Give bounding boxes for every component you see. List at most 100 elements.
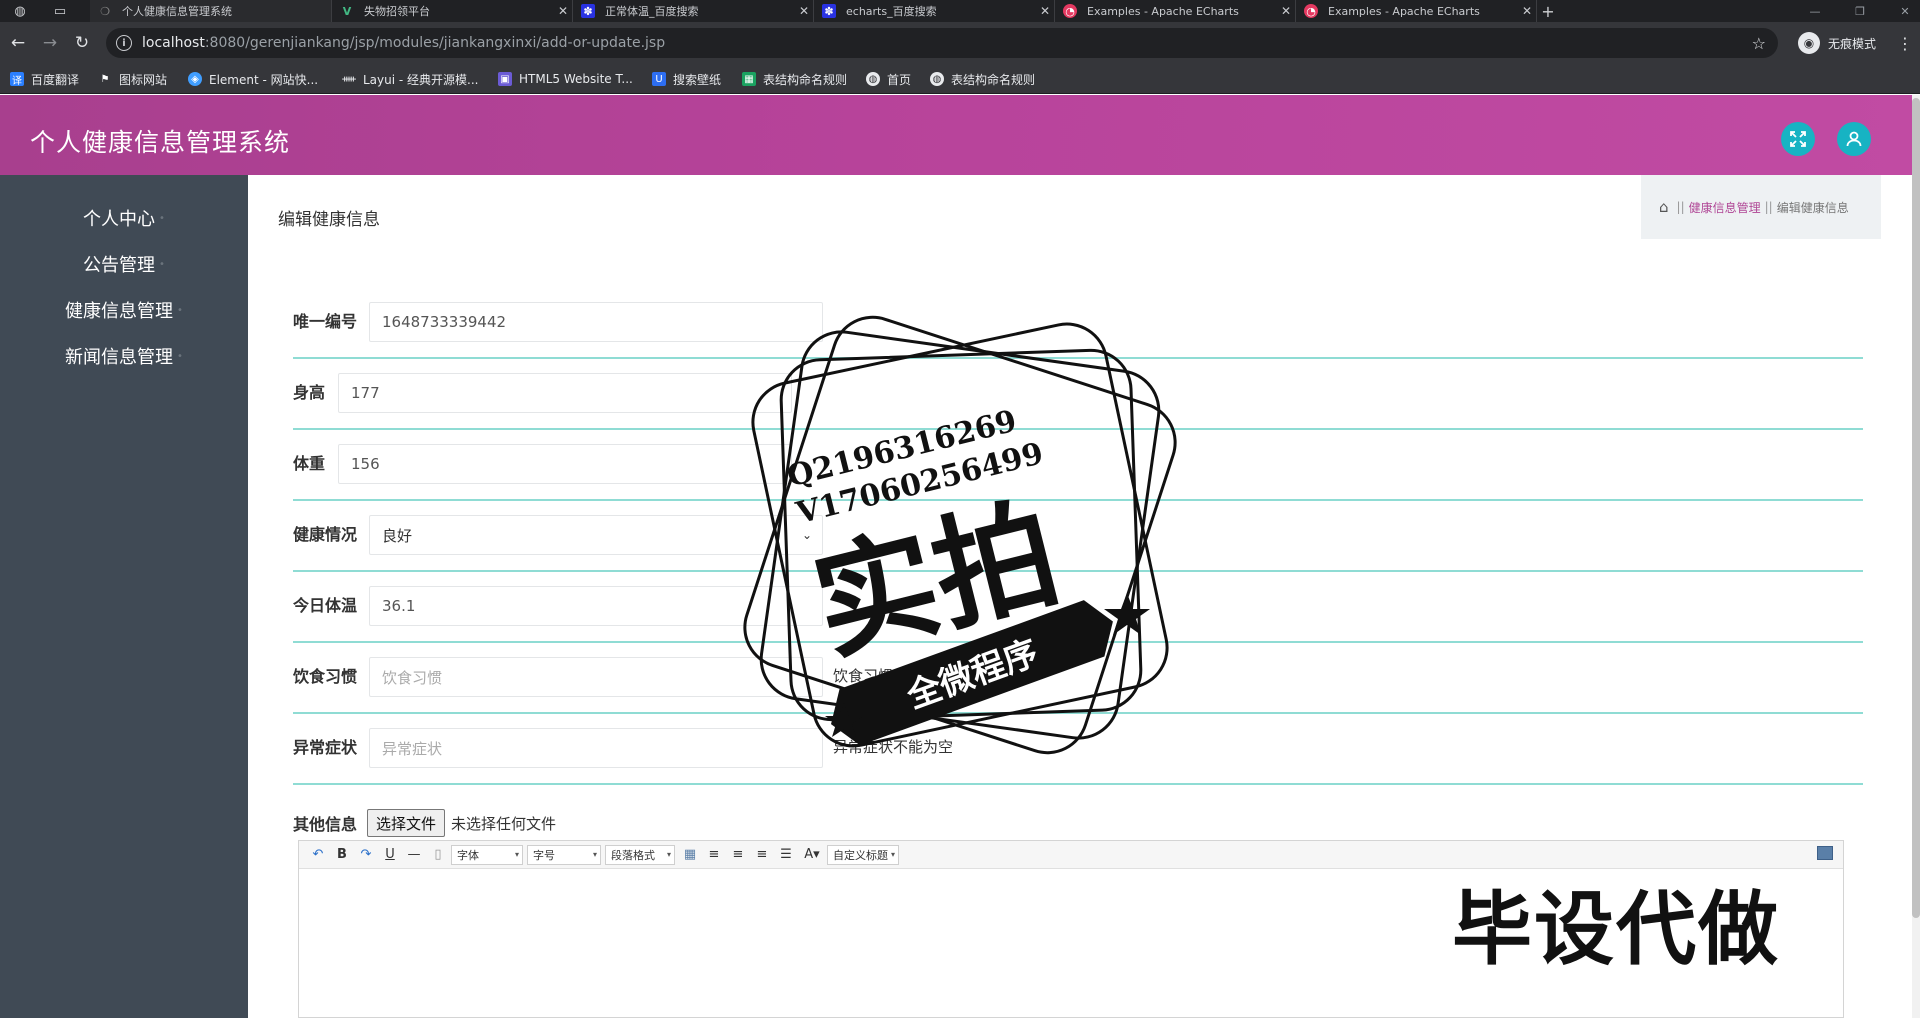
tab-search-icon[interactable]: ▭ [48, 0, 72, 22]
reload-button[interactable]: ↻ [70, 31, 94, 55]
form-row-health: 健康情况 良好 ⌄ [293, 501, 1863, 572]
user-avatar-button[interactable] [1837, 122, 1871, 156]
menu-dot-icon: • [159, 258, 165, 270]
form-row-temperature: 今日体温 36.1 [293, 572, 1863, 643]
chevron-down-icon: ⌄ [801, 528, 812, 542]
restore-icon[interactable]: ❐ [1845, 0, 1875, 22]
horizontal-rule-icon[interactable]: — [403, 845, 425, 865]
close-icon[interactable]: ✕ [1518, 4, 1536, 18]
page-icon: ❍ [100, 4, 110, 18]
id-field[interactable]: 1648733339442 [369, 302, 823, 342]
tab-label: Examples - Apache ECharts [1328, 4, 1480, 18]
url-input[interactable]: i localhost:8080/gerenjiankang/jsp/modul… [106, 28, 1778, 58]
breadcrumb-parent-link[interactable]: 健康信息管理 [1689, 199, 1761, 216]
table-icon[interactable]: ▦ [679, 845, 701, 865]
health-select[interactable]: 良好 ⌄ [369, 515, 823, 555]
bold-icon[interactable]: B [331, 845, 353, 865]
bookmark-label: 图标网站 [119, 72, 168, 87]
breadcrumb-current: 编辑健康信息 [1776, 200, 1849, 215]
home-icon[interactable]: ⌂ [1659, 198, 1669, 216]
bookmark-label: Layui - 经典开源模... [363, 72, 479, 87]
back-button[interactable]: ← [6, 31, 30, 55]
sidebar-item-label: 新闻信息管理 [65, 347, 174, 368]
breadcrumb-separator: || [1676, 200, 1685, 214]
height-field[interactable]: 177 [338, 373, 792, 413]
tab-baidu-temp[interactable]: ✽ 正常体温_百度搜索 ✕ [573, 0, 814, 22]
weight-field[interactable]: 156 [338, 444, 792, 484]
app-title: 个人健康信息管理系统 [30, 128, 291, 157]
symptom-field[interactable]: 异常症状 [369, 728, 823, 768]
sidebar: 个人中心 • 公告管理 • 健康信息管理 • 新闻信息管理 • [0, 175, 248, 1018]
translate-icon: 译 [10, 72, 24, 87]
close-icon[interactable]: ✕ [1277, 4, 1295, 18]
bookmark-item[interactable]: U 搜索壁纸 [652, 69, 721, 89]
paragraph-format-select[interactable]: 段落格式 ▾ [605, 844, 675, 865]
bookmark-label: 表结构命名规则 [951, 72, 1036, 87]
align-justify-icon[interactable]: ☰ [775, 845, 797, 865]
bookmark-item[interactable]: 译 百度翻译 [10, 69, 79, 89]
sidebar-item-personal-center[interactable]: 个人中心 • [0, 195, 248, 241]
paragraph-format-label: 段落格式 [611, 848, 655, 862]
bookmark-label: 搜索壁纸 [673, 72, 722, 87]
fullscreen-button[interactable] [1781, 122, 1815, 156]
sidebar-item-news[interactable]: 新闻信息管理 • [0, 333, 248, 379]
browser-tab-bar: ◍ ▭ ❍ 个人健康信息管理系统 V 失物招领平台 ✕ ✽ 正常体温_百度搜索 … [0, 0, 1920, 22]
forward-button[interactable]: → [38, 31, 62, 55]
font-size-label: 字号 [533, 848, 555, 862]
tab-lost-found[interactable]: V 失物招领平台 ✕ [332, 0, 573, 22]
custom-title-select[interactable]: 自定义标题 ▾ [827, 844, 899, 865]
html5-icon: ▣ [498, 72, 512, 86]
align-left-icon[interactable]: ≡ [703, 845, 725, 865]
bookmark-item[interactable]: ◍ 表结构命名规则 [930, 69, 1035, 89]
chrome-menu-icon[interactable]: ◍ [8, 0, 32, 22]
page-scrollbar-thumb[interactable] [1912, 98, 1920, 918]
tab-echarts-1[interactable]: ◔ Examples - Apache ECharts ✕ [1055, 0, 1296, 22]
site-info-icon[interactable]: i [116, 35, 132, 51]
tab-baidu-echarts[interactable]: ✽ echarts_百度搜索 ✕ [814, 0, 1055, 22]
form-row-other: 其他信息 选择文件 未选择任何文件 [293, 803, 556, 843]
menu-dot-icon: • [177, 350, 183, 362]
sheet-icon: ▦ [742, 72, 756, 86]
font-size-select[interactable]: 字号 ▾ [527, 844, 601, 865]
font-family-select[interactable]: 字体 ▾ [451, 844, 523, 865]
undo-icon[interactable]: ↶ [307, 845, 329, 865]
page-icon[interactable]: ▯ [427, 845, 449, 865]
close-icon[interactable]: ✕ [554, 4, 572, 18]
align-right-icon[interactable]: ≡ [727, 845, 749, 865]
bookmark-item[interactable]: ◍ 首页 [866, 69, 911, 89]
sidebar-item-notice[interactable]: 公告管理 • [0, 241, 248, 287]
minimize-icon[interactable]: — [1800, 0, 1830, 22]
tab-health-system[interactable]: ❍ 个人健康信息管理系统 [90, 0, 332, 22]
temperature-field[interactable]: 36.1 [369, 586, 823, 626]
diet-field[interactable]: 饮食习惯 [369, 657, 823, 697]
vue-icon: V [342, 4, 352, 18]
bookmark-item[interactable]: ▦ 表结构命名规则 [742, 69, 847, 89]
fullscreen-editor-icon[interactable] [1817, 846, 1833, 860]
close-window-icon[interactable]: ✕ [1890, 0, 1920, 22]
bookmark-label: Element - 网站快... [209, 72, 319, 87]
close-icon[interactable]: ✕ [795, 4, 813, 18]
bookmark-item[interactable]: ▣ HTML5 Website T... [498, 69, 633, 89]
breadcrumb: ⌂ || 健康信息管理 || 编辑健康信息 [1641, 175, 1881, 239]
align-center-icon[interactable]: ≡ [751, 845, 773, 865]
chrome-more-icon[interactable]: ⋮ [1896, 31, 1914, 55]
redo-icon[interactable]: ↷ [355, 845, 377, 865]
baidu-icon: ✽ [581, 4, 595, 18]
bookmark-item[interactable]: ᚔ Layui - 经典开源模... [342, 69, 478, 89]
tab-echarts-2[interactable]: ◔ Examples - Apache ECharts ✕ [1296, 0, 1537, 22]
new-tab-button[interactable]: + [1537, 0, 1559, 22]
echarts-icon: ◔ [1063, 4, 1077, 18]
underline-icon[interactable]: U [379, 845, 401, 865]
temperature-label: 今日体温 [293, 596, 358, 615]
wallpaper-icon: U [652, 72, 666, 86]
incognito-indicator[interactable]: ◉ 无痕模式 [1798, 31, 1876, 55]
font-color-icon[interactable]: A▾ [799, 845, 825, 865]
bookmark-item[interactable]: ◈ Element - 网站快... [188, 69, 318, 89]
health-select-value: 良好 [382, 526, 413, 545]
globe-icon: ◍ [866, 72, 880, 86]
bookmark-item[interactable]: ⚑ 图标网站 [98, 69, 168, 89]
close-icon[interactable]: ✕ [1036, 4, 1054, 18]
sidebar-item-health[interactable]: 健康信息管理 • [0, 287, 248, 333]
choose-file-button[interactable]: 选择文件 [367, 809, 446, 837]
bookmark-star-icon[interactable]: ☆ [1752, 34, 1766, 53]
